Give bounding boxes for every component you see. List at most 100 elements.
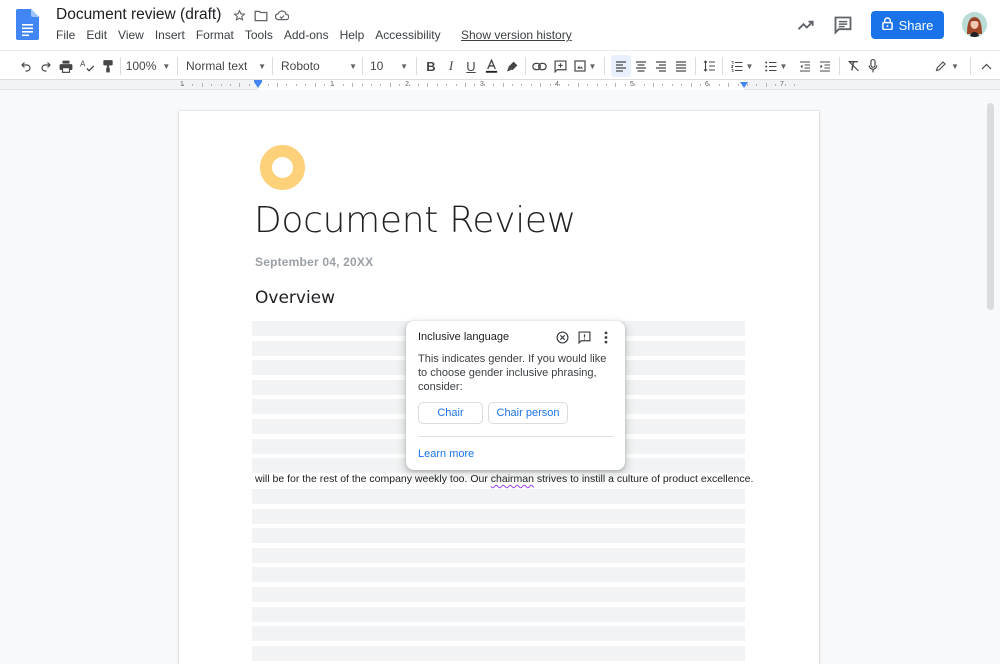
body-text-before: will be for the rest of the company week… (255, 473, 491, 485)
ruler-tick (587, 84, 589, 86)
left-indent-marker[interactable] (254, 82, 262, 88)
ruler-tick (662, 84, 664, 86)
ruler-tick (756, 84, 758, 86)
suggestion-chip-chair[interactable]: Chair (418, 402, 483, 424)
dismiss-icon[interactable] (555, 330, 569, 344)
redo-icon[interactable] (38, 55, 54, 77)
document-title[interactable]: Document review (draft) (56, 6, 221, 24)
star-icon[interactable] (232, 8, 247, 23)
undo-icon[interactable] (18, 55, 34, 77)
docs-logo-icon[interactable] (16, 9, 39, 40)
bulleted-list-icon[interactable]: ▼ (762, 55, 790, 77)
ruler-label: 1 (330, 81, 334, 88)
highlight-icon[interactable] (504, 55, 520, 77)
ruler-tick (521, 84, 523, 86)
font-size-select[interactable]: 10 ▼ (370, 55, 408, 77)
menu-format[interactable]: Format (196, 27, 234, 43)
version-history-link[interactable]: Show version history (461, 27, 572, 43)
align-center-icon[interactable] (633, 55, 649, 77)
placeholder-text-line (252, 606, 745, 622)
cloud-saved-icon[interactable] (274, 8, 289, 23)
decrease-indent-icon[interactable] (797, 55, 813, 77)
spellcheck-icon[interactable]: A (79, 55, 95, 77)
paragraph-style-select[interactable]: Normal text ▼ (186, 55, 266, 77)
ruler-tick (737, 84, 739, 86)
trending-up-icon[interactable] (796, 15, 816, 35)
comment-icon[interactable] (833, 15, 853, 35)
voice-typing-icon[interactable] (865, 55, 881, 77)
font-select[interactable]: Roboto ▼ (281, 55, 357, 77)
menu-tools[interactable]: Tools (245, 27, 273, 43)
more-options-icon[interactable] (599, 330, 613, 344)
horizontal-ruler[interactable]: 1 1 2 3 4 5 6 7 (0, 80, 1000, 90)
ruler-tick (784, 84, 786, 86)
ruler-tick (493, 84, 495, 86)
ruler-tick (371, 84, 372, 86)
menu-view[interactable]: View (118, 27, 144, 43)
toolbar-divider (722, 57, 723, 75)
placeholder-text-line (252, 587, 745, 602)
insert-image-icon[interactable]: ▼ (572, 55, 598, 77)
link-icon[interactable] (531, 55, 547, 77)
card-title: Inclusive language (418, 331, 510, 343)
document-date: September 04, 20XX (255, 255, 374, 269)
print-icon[interactable] (58, 55, 74, 77)
italic-icon[interactable]: I (443, 55, 459, 77)
ruler-tick (615, 83, 617, 87)
scrollbar-thumb[interactable] (987, 103, 994, 310)
title-bar: Document review (draft) File Edit View I… (0, 0, 1000, 50)
ruler-tick (709, 84, 711, 86)
menu-edit[interactable]: Edit (86, 27, 107, 43)
ruler-tick (465, 83, 466, 87)
ruler-tick (728, 83, 730, 87)
increase-indent-icon[interactable] (817, 55, 833, 77)
bold-icon[interactable]: B (423, 55, 439, 77)
menu-file[interactable]: File (56, 27, 75, 43)
justify-icon[interactable] (673, 55, 689, 77)
text-color-icon[interactable] (483, 55, 499, 77)
zoom-select[interactable]: 100% ▼ (126, 55, 171, 77)
menu-insert[interactable]: Insert (155, 27, 185, 43)
ruler-label: 5 (630, 81, 634, 88)
chevron-down-icon: ▼ (588, 61, 597, 71)
clear-formatting-icon[interactable] (845, 55, 861, 77)
toolbar-divider (120, 57, 121, 75)
ruler-tick (314, 83, 316, 87)
flagged-word[interactable]: chairman (491, 473, 534, 485)
ruler-tick (418, 84, 419, 86)
ruler-tick (512, 84, 513, 86)
folder-icon[interactable] (253, 8, 268, 23)
ruler-tick (549, 84, 551, 86)
chevron-down-icon: ▼ (779, 61, 788, 71)
add-comment-icon[interactable] (552, 55, 568, 77)
right-indent-marker[interactable] (740, 82, 748, 88)
ruler-label: 7 (780, 81, 784, 88)
editing-mode-icon[interactable]: ▼ (933, 55, 961, 77)
collapse-menus-icon[interactable] (978, 55, 994, 77)
feedback-icon[interactable] (577, 330, 591, 344)
numbered-list-icon[interactable]: ▼ (728, 55, 756, 77)
user-avatar[interactable] (962, 12, 987, 37)
menu-accessibility[interactable]: Accessibility (375, 27, 440, 43)
suggestion-chip-chair-person[interactable]: Chair person (488, 402, 568, 424)
ruler-tick (653, 83, 654, 87)
menu-help[interactable]: Help (340, 27, 365, 43)
toolbar-divider (970, 57, 971, 75)
align-right-icon[interactable] (653, 55, 669, 77)
placeholder-text-line (252, 547, 745, 563)
ruler-tick (634, 84, 636, 86)
underline-icon[interactable]: U (463, 55, 479, 77)
ruler-tick (295, 84, 297, 86)
paint-format-icon[interactable] (100, 55, 116, 77)
placeholder-text-line (252, 489, 745, 504)
ruler-tick (671, 84, 673, 86)
line-spacing-icon[interactable] (701, 55, 717, 77)
menu-add-ons[interactable]: Add-ons (284, 27, 329, 43)
align-left-icon[interactable] (611, 55, 631, 77)
ruler-tick (577, 83, 579, 87)
ruler-tick (192, 84, 194, 86)
share-button[interactable]: Share (871, 11, 944, 39)
body-text-line: will be for the rest of the company week… (255, 473, 753, 485)
learn-more-link[interactable]: Learn more (418, 448, 474, 460)
vertical-scrollbar[interactable] (982, 91, 1000, 664)
